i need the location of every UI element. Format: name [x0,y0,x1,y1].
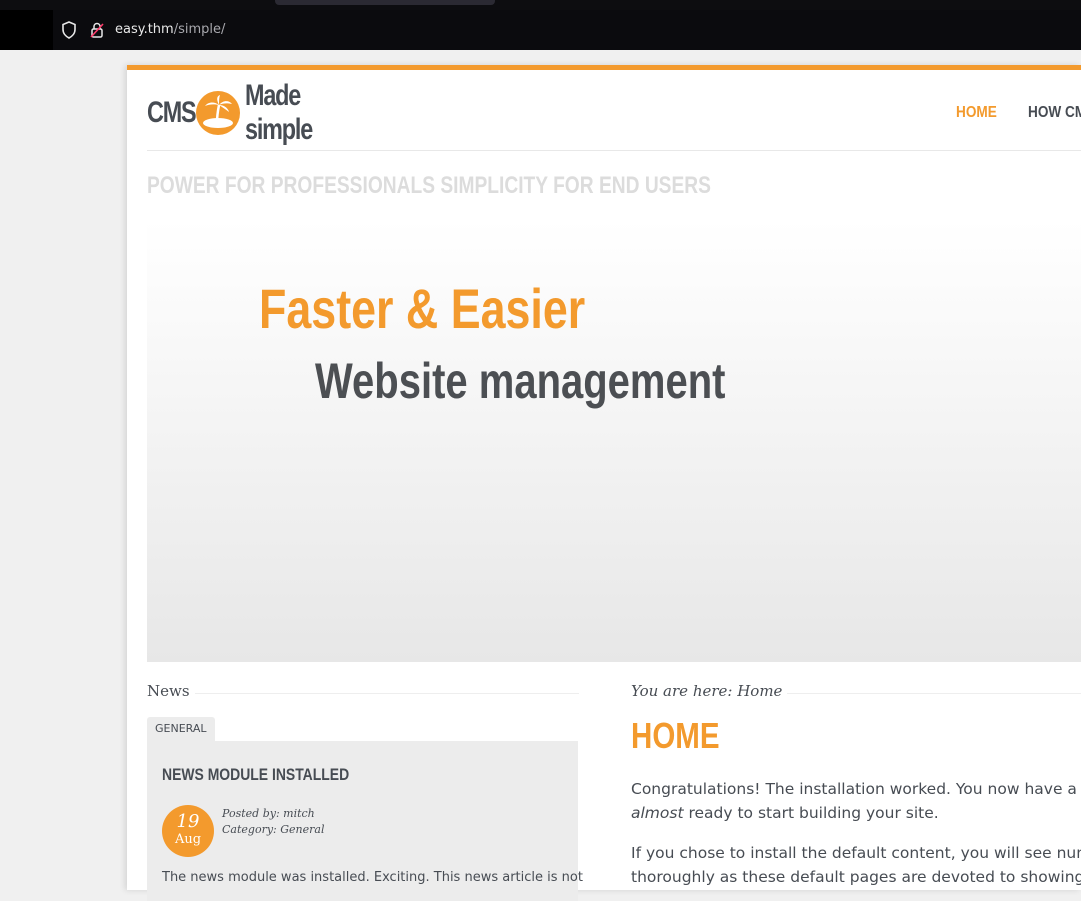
news-summary: The news module was installed. Exciting.… [162,870,583,885]
page-title: HOME [631,715,720,756]
breadcrumb: You are here: Home [631,682,783,700]
content-p1-line2: almost ready to start building your site… [631,801,1081,825]
hero-headline: Faster & Easier [259,277,586,340]
browser-tab[interactable] [275,0,495,5]
news-posted-by: Posted by: mitch [222,807,315,820]
breadcrumb-rule [787,693,1081,694]
content-paragraph-2: If you chose to install the default cont… [631,841,1081,889]
hero-banner: Faster & Easier Website management [147,220,1081,662]
content-p2-line2: thoroughly as these default pages are de… [631,868,1081,886]
logo-text-made-simple: Made simple [245,79,313,146]
site-tagline: POWER FOR PROFESSIONALS SIMPLICITY FOR E… [147,172,711,199]
content-p1-line1: Congratulations! The installation worked… [631,780,1081,798]
nav-item-how-cms[interactable]: HOW CMS [1028,104,1081,122]
content-paragraph-1: Congratulations! The installation worked… [631,777,1081,825]
content-p2-line1: If you chose to install the default cont… [631,844,1081,862]
url-host: easy.thm [115,22,174,37]
content-p1-emphasis: almost [631,804,684,822]
news-date-month: Aug [174,832,202,847]
news-article: NEWS MODULE INSTALLED 19 Aug Posted by: … [147,741,583,901]
url-text[interactable]: easy.thm/simple/ [115,21,225,39]
main-nav: HOME HOW CMS [956,104,1081,122]
news-date-day: 19 [176,811,200,832]
content-p1-line2-rest: ready to start building your site. [683,804,939,822]
site-logo[interactable]: CMS Made simple [147,79,385,146]
browser-tab-strip [0,0,1081,10]
news-article-title[interactable]: NEWS MODULE INSTALLED [162,765,349,785]
site-page: CMS Made simple HOME HOW CMS POWER FOR P… [127,65,1081,901]
hero-subheadline: Website management [315,353,726,409]
insecure-lock-icon[interactable] [89,21,105,39]
palm-island-logo-icon [196,91,240,135]
nav-item-home[interactable]: HOME [956,104,997,122]
news-heading-rule [195,693,579,694]
logo-text-cms: CMS [147,96,197,129]
shield-icon[interactable] [61,21,77,39]
news-category: Category: General [222,823,325,836]
news-heading: News [147,682,190,700]
news-category-tab[interactable]: GENERAL [147,717,215,741]
news-meta: Posted by: mitch Category: General [222,806,324,838]
header-divider [147,150,1081,151]
url-path: /simple/ [173,22,226,37]
news-date-badge: 19 Aug [162,805,214,857]
